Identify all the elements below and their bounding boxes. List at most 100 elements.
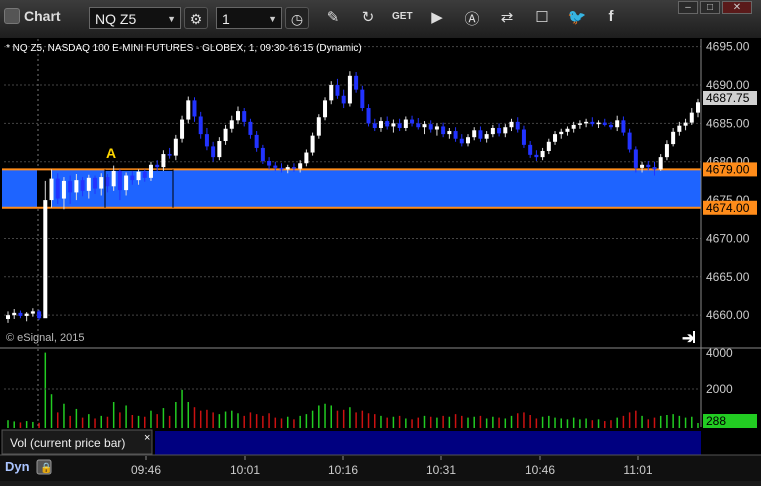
pencil-icon[interactable]: ✎: [323, 8, 343, 26]
candle-body: [540, 150, 545, 158]
symbol-input[interactable]: NQ Z5 ▼: [89, 7, 181, 29]
maximize-button[interactable]: □: [700, 1, 720, 14]
candle-body: [173, 138, 178, 156]
price-tick-label: 4665.00: [706, 270, 750, 284]
copyright-text: © eSignal, 2015: [6, 332, 84, 344]
get-icon[interactable]: GET: [392, 11, 413, 22]
clock-icon[interactable]: ◷: [285, 7, 309, 29]
candle-body: [142, 171, 147, 178]
comment-icon[interactable]: ☐: [532, 8, 552, 26]
candle-body: [49, 178, 54, 201]
volume-tick-2000: 2000: [706, 382, 733, 396]
candle-body: [615, 120, 620, 128]
candle-body: [503, 127, 508, 134]
candle-body: [130, 175, 135, 181]
price-tick-label: 4695.00: [706, 40, 750, 54]
candle-body: [366, 108, 371, 124]
candle-body: [242, 111, 247, 122]
candle-body: [472, 130, 477, 138]
candle-body: [117, 170, 122, 191]
candle-body: [267, 160, 272, 166]
price-tick-label: 4660.00: [706, 308, 750, 322]
candle-body: [428, 124, 433, 130]
candle-body: [534, 154, 539, 158]
interval-dropdown-icon[interactable]: ▼: [268, 8, 277, 30]
candle-body: [627, 132, 632, 150]
candle-body: [571, 124, 576, 129]
minimize-button[interactable]: –: [678, 1, 698, 14]
candle-body: [248, 121, 253, 135]
candle-body: [347, 75, 352, 104]
candle-body: [335, 85, 340, 96]
lower-line-label: 4674.00: [706, 201, 750, 215]
candle-body: [180, 119, 185, 139]
candle-body: [559, 131, 564, 135]
interval-input[interactable]: 1 ▼: [216, 7, 282, 29]
candle-body: [410, 119, 415, 124]
dynamic-mode-label[interactable]: Dyn: [5, 459, 30, 474]
candle-body: [329, 85, 334, 101]
candle-body: [105, 177, 110, 187]
candle-body: [441, 126, 446, 135]
candle-body: [453, 131, 458, 139]
twitter-icon[interactable]: 🐦: [567, 8, 587, 26]
candle-body: [6, 315, 10, 319]
window-title: Chart: [4, 8, 61, 24]
candle-body: [677, 125, 682, 132]
window-menu-icon[interactable]: [4, 8, 20, 24]
candle-body: [260, 147, 265, 161]
time-tick-label: 09:46: [131, 463, 161, 477]
link-icon[interactable]: ⇄: [497, 8, 517, 26]
candle-body: [602, 122, 607, 125]
time-tick-label: 10:31: [426, 463, 456, 477]
candle-body: [217, 141, 222, 158]
candle-body: [478, 130, 483, 139]
candle-body: [385, 121, 390, 127]
candle-body: [124, 175, 129, 191]
upper-line-label: 4679.00: [706, 162, 750, 176]
candle-body: [640, 164, 645, 168]
facebook-icon[interactable]: f: [601, 8, 621, 25]
candle-body: [161, 154, 166, 168]
candle-body: [354, 75, 359, 90]
price-tick-label: 4670.00: [706, 231, 750, 245]
candle-body: [254, 134, 259, 148]
candle-body: [236, 111, 240, 121]
candle-body: [68, 180, 73, 193]
annotation-a[interactable]: A: [106, 145, 116, 161]
time-tick-label: 10:01: [230, 463, 260, 477]
candle-body: [577, 123, 582, 125]
candle-body: [12, 312, 17, 316]
chart-area[interactable]: * NQ Z5, NASDAQ 100 E-MINI FUTURES - GLO…: [0, 39, 761, 481]
candle-body: [273, 165, 278, 168]
arrow-end-icon[interactable]: ➔: [682, 330, 695, 347]
candle-body: [30, 311, 35, 314]
candle-body: [459, 138, 464, 144]
candle-body: [223, 128, 228, 142]
volume-legend-close-icon[interactable]: ×: [144, 432, 150, 444]
candle-body: [192, 100, 197, 117]
candle-body: [86, 177, 91, 191]
candle-body: [229, 120, 234, 129]
candle-body: [198, 116, 203, 135]
candle-body: [279, 167, 284, 170]
chart-canvas[interactable]: * NQ Z5, NASDAQ 100 E-MINI FUTURES - GLO…: [0, 39, 761, 481]
candle-body: [148, 164, 153, 178]
chart-toolbar: Chart NQ Z5 ▼ ⚙ 1 ▼ ◷ ✎ ↻ GET ▶ Ⓐ ⇄ ☐ 🐦 …: [0, 0, 761, 39]
symbol-dropdown-icon[interactable]: ▼: [167, 8, 176, 30]
candle-body: [18, 312, 23, 316]
candle-body: [61, 180, 66, 199]
play-icon[interactable]: ▶: [427, 8, 447, 26]
gear-icon[interactable]: ⚙: [184, 7, 208, 29]
candle-body: [37, 311, 42, 319]
candle-body: [291, 167, 296, 169]
time-tick-label: 11:01: [623, 463, 652, 477]
close-button[interactable]: ✕: [722, 1, 752, 14]
candle-body: [403, 119, 408, 128]
candle-body: [528, 144, 533, 155]
refresh-icon[interactable]: ↻: [358, 8, 378, 26]
candle-body: [565, 128, 570, 132]
alert-icon[interactable]: Ⓐ: [462, 8, 482, 29]
candle-body: [211, 146, 216, 158]
candle-body: [546, 141, 551, 151]
